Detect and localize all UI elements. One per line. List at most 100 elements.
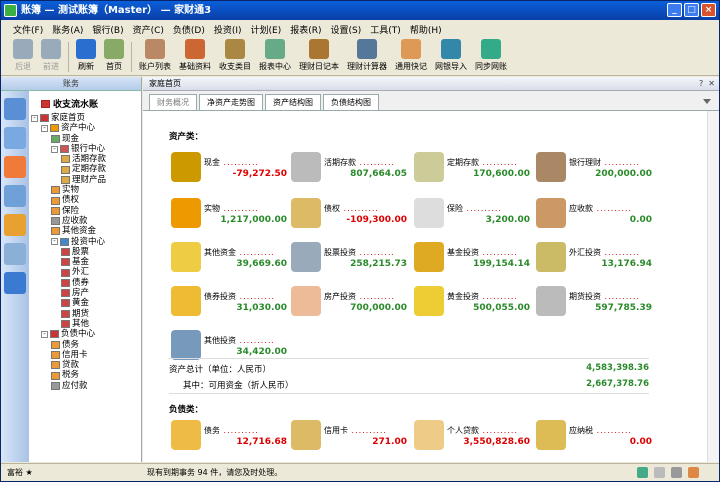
tree-item[interactable]: 房产 bbox=[31, 288, 141, 298]
settings-tab-icon[interactable] bbox=[4, 214, 26, 236]
menu-item-3[interactable]: 资产(C) bbox=[133, 23, 164, 36]
tree-expander[interactable]: - bbox=[41, 124, 48, 132]
tree-item[interactable]: 信用卡 bbox=[31, 350, 141, 360]
tree-item[interactable]: - 负债中心 bbox=[31, 329, 141, 339]
tree-item[interactable]: 其他资金 bbox=[31, 226, 141, 236]
tree-item[interactable]: 黄金 bbox=[31, 298, 141, 308]
asset-card[interactable]: 应收款 .......... 0.00 bbox=[536, 198, 656, 238]
documents-tab-icon[interactable] bbox=[4, 127, 26, 149]
status-print-icon[interactable] bbox=[654, 467, 665, 478]
toolbar-button-8[interactable]: 理财日记本 bbox=[295, 38, 343, 76]
liability-card[interactable]: 信用卡 .......... 271.00 bbox=[291, 420, 411, 460]
tab-0[interactable]: 财务概况 bbox=[149, 94, 197, 110]
tree-item[interactable]: - 资产中心 bbox=[31, 123, 141, 133]
tree-item[interactable]: - 银行中心 bbox=[31, 144, 141, 154]
liability-card[interactable]: 个人贷款 .......... 3,550,828.60 bbox=[414, 420, 534, 460]
tree-item[interactable]: - 家庭首页 bbox=[31, 113, 141, 123]
menu-item-2[interactable]: 银行(B) bbox=[92, 23, 123, 36]
toolbar-button-4[interactable]: 账户列表 bbox=[135, 38, 175, 76]
menu-item-5[interactable]: 投资(I) bbox=[214, 23, 242, 36]
tree-expander[interactable]: - bbox=[51, 145, 58, 153]
tree-item[interactable]: 现金 bbox=[31, 134, 141, 144]
asset-card[interactable]: 保险 .......... 3,200.00 bbox=[414, 198, 534, 238]
tree-item[interactable]: 实物 bbox=[31, 185, 141, 195]
report-tab-icon[interactable] bbox=[4, 185, 26, 207]
tab-dropdown-icon[interactable] bbox=[703, 99, 711, 108]
status-user-icon[interactable] bbox=[671, 467, 682, 478]
tree-item[interactable]: 期货 bbox=[31, 309, 141, 319]
status-tools-icon[interactable] bbox=[688, 467, 699, 478]
status-download-icon[interactable] bbox=[637, 467, 648, 478]
toolbar-button-12[interactable]: 同步网账 bbox=[471, 38, 511, 76]
toolbar-button-3[interactable]: 首页 bbox=[100, 38, 128, 76]
tab-3[interactable]: 负债结构图 bbox=[323, 94, 379, 110]
tree-item[interactable]: 理财产品 bbox=[31, 175, 141, 185]
asset-card[interactable]: 黄金投资 .......... 500,055.00 bbox=[414, 286, 534, 326]
tree-item[interactable]: 债权 bbox=[31, 195, 141, 205]
close-button[interactable]: × bbox=[701, 3, 716, 17]
asset-card[interactable]: 活期存款 .......... 807,664.05 bbox=[291, 152, 411, 192]
tree-expander[interactable]: - bbox=[51, 238, 58, 246]
menu-item-10[interactable]: 帮助(H) bbox=[410, 23, 442, 36]
asset-icon bbox=[414, 242, 444, 272]
tree-item[interactable]: 应收款 bbox=[31, 216, 141, 226]
tree-item[interactable]: 活期存款 bbox=[31, 154, 141, 164]
tree-item[interactable]: 税务 bbox=[31, 370, 141, 380]
tree-item[interactable]: 债券 bbox=[31, 278, 141, 288]
asset-card[interactable]: 债权 .......... -109,300.00 bbox=[291, 198, 411, 238]
tab-1[interactable]: 净资产走势图 bbox=[199, 94, 263, 110]
panel-controls[interactable]: ? ✕ bbox=[699, 77, 715, 91]
toolbar-button-9[interactable]: 理财计算器 bbox=[343, 38, 391, 76]
asset-card[interactable]: 银行理财 .......... 200,000.00 bbox=[536, 152, 656, 192]
menu-item-6[interactable]: 计划(E) bbox=[251, 23, 282, 36]
asset-card[interactable]: 其他资金 .......... 39,669.60 bbox=[171, 242, 291, 282]
liability-card[interactable]: 债务 .......... 12,716.68 bbox=[171, 420, 291, 460]
tree-item[interactable]: 其他 bbox=[31, 319, 141, 329]
toolbar-button-6[interactable]: 收支类目 bbox=[215, 38, 255, 76]
asset-card[interactable]: 股票投资 .......... 258,215.73 bbox=[291, 242, 411, 282]
tree-item[interactable]: - 投资中心 bbox=[31, 237, 141, 247]
asset-card[interactable]: 定期存款 .......... 170,600.00 bbox=[414, 152, 534, 192]
toolbar-button-2[interactable]: 刷新 bbox=[72, 38, 100, 76]
minimize-button[interactable]: _ bbox=[667, 3, 682, 17]
tree-item[interactable]: 应付款 bbox=[31, 381, 141, 391]
menu-item-0[interactable]: 文件(F) bbox=[13, 23, 43, 36]
toolbar-button-7[interactable]: 报表中心 bbox=[255, 38, 295, 76]
available-row: 其中：可用资金（折人民币） 2,667,378.76 bbox=[169, 379, 649, 391]
asset-name: 现金 bbox=[204, 158, 220, 167]
asset-card[interactable]: 期货投资 .......... 597,785.39 bbox=[536, 286, 656, 326]
toolbar-label: 理财计算器 bbox=[347, 62, 387, 71]
tree-item[interactable]: 外汇 bbox=[31, 267, 141, 277]
tab-2[interactable]: 资产结构图 bbox=[265, 94, 321, 110]
tree-expander[interactable]: - bbox=[41, 330, 48, 338]
toolbar-button-5[interactable]: 基础资料 bbox=[175, 38, 215, 76]
toolbar-button-11[interactable]: 网银导入 bbox=[431, 38, 471, 76]
asset-card[interactable]: 外汇投资 .......... 13,176.94 bbox=[536, 242, 656, 282]
asset-card[interactable]: 现金 .......... -79,272.50 bbox=[171, 152, 291, 192]
globe-tab-icon[interactable] bbox=[4, 272, 26, 294]
menu-item-7[interactable]: 报表(R) bbox=[290, 23, 321, 36]
tree-expander[interactable]: - bbox=[31, 114, 38, 122]
calculator-tab-icon[interactable] bbox=[4, 243, 26, 265]
star-tab-icon[interactable] bbox=[4, 156, 26, 178]
tree-item[interactable]: 股票 bbox=[31, 247, 141, 257]
journal-tab-icon[interactable] bbox=[4, 98, 26, 120]
maximize-button[interactable]: □ bbox=[684, 3, 699, 17]
asset-card[interactable]: 基金投资 .......... 199,154.14 bbox=[414, 242, 534, 282]
menu-item-8[interactable]: 设置(S) bbox=[331, 23, 362, 36]
menu-item-9[interactable]: 工具(T) bbox=[370, 23, 401, 36]
tree-item[interactable]: 债务 bbox=[31, 340, 141, 350]
tree-item[interactable]: 保险 bbox=[31, 206, 141, 216]
asset-card[interactable]: 债券投资 .......... 31,030.00 bbox=[171, 286, 291, 326]
menu-item-1[interactable]: 账务(A) bbox=[52, 23, 83, 36]
asset-card[interactable]: 实物 .......... 1,217,000.00 bbox=[171, 198, 291, 238]
vertical-scrollbar[interactable] bbox=[707, 111, 719, 462]
asset-card[interactable]: 房产投资 .......... 700,000.00 bbox=[291, 286, 411, 326]
liability-card[interactable]: 应纳税 .......... 0.00 bbox=[536, 420, 656, 460]
tree-item[interactable]: 基金 bbox=[31, 257, 141, 267]
journal-link[interactable]: 收支流水账 bbox=[41, 97, 98, 110]
tree-item[interactable]: 定期存款 bbox=[31, 164, 141, 174]
toolbar-button-10[interactable]: 通用快记 bbox=[391, 38, 431, 76]
menu-item-4[interactable]: 负债(D) bbox=[173, 23, 205, 36]
tree-item[interactable]: 贷款 bbox=[31, 360, 141, 370]
